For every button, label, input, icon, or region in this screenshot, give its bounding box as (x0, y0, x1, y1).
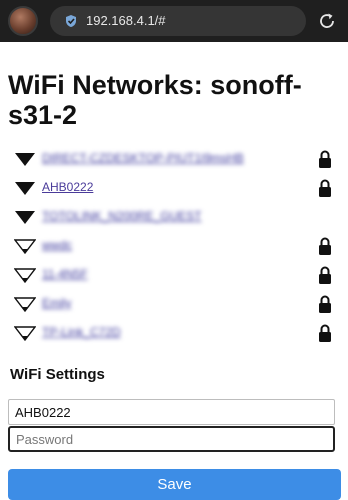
site-info-icon[interactable] (64, 14, 78, 28)
address-bar[interactable]: 192.168.4.1/# (50, 6, 306, 36)
network-ssid-link[interactable]: DIRECT-CZDESKTOP-PIUT1I9msHB (42, 151, 244, 165)
save-button[interactable]: Save (8, 469, 341, 500)
wifi-weak-icon (14, 268, 36, 283)
network-ssid-link[interactable]: AHB0222 (42, 180, 93, 194)
profile-avatar[interactable] (8, 6, 38, 36)
wifi-weak-icon (14, 326, 36, 341)
wifi-weak-icon (14, 297, 36, 312)
network-row[interactable]: TOTOLINK_N200RE_GUEST (8, 206, 344, 235)
wifi-strong-icon (15, 211, 35, 224)
browser-toolbar: 192.168.4.1/# (0, 0, 348, 42)
network-row[interactable]: DIRECT-CZDESKTOP-PIUT1I9msHB (8, 148, 344, 177)
network-ssid-link[interactable]: 11-4N5F (42, 267, 88, 281)
padlock-icon (319, 295, 331, 313)
padlock-icon (319, 150, 331, 168)
wifi-strong-icon (15, 182, 35, 195)
network-row[interactable]: TP-Link_C72D (8, 322, 344, 351)
network-ssid-link[interactable]: wwdc (42, 238, 72, 252)
network-row[interactable]: 11-4N5F (8, 264, 344, 293)
padlock-icon (319, 266, 331, 284)
padlock-icon (319, 179, 331, 197)
network-ssid-link[interactable]: Emily (42, 296, 71, 310)
ssid-input[interactable] (8, 399, 335, 425)
network-row[interactable]: AHB0222 (8, 177, 344, 206)
network-ssid-link[interactable]: TOTOLINK_N200RE_GUEST (42, 209, 202, 223)
padlock-icon (319, 237, 331, 255)
network-ssid-link[interactable]: TP-Link_C72D (42, 325, 121, 339)
page-title: WiFi Networks: sonoff-s31-2 (8, 70, 302, 130)
wifi-settings-heading: WiFi Settings (10, 366, 105, 383)
network-row[interactable]: wwdc (8, 235, 344, 264)
padlock-icon (319, 324, 331, 342)
wifi-strong-icon (15, 153, 35, 166)
url-text[interactable]: 192.168.4.1/# (86, 13, 166, 29)
network-row[interactable]: Emily (8, 293, 344, 322)
reload-icon[interactable] (316, 10, 338, 32)
network-list: DIRECT-CZDESKTOP-PIUT1I9msHB AHB0222 TOTOL… (8, 148, 344, 351)
wifi-weak-icon (14, 239, 36, 254)
password-input[interactable] (8, 426, 335, 452)
